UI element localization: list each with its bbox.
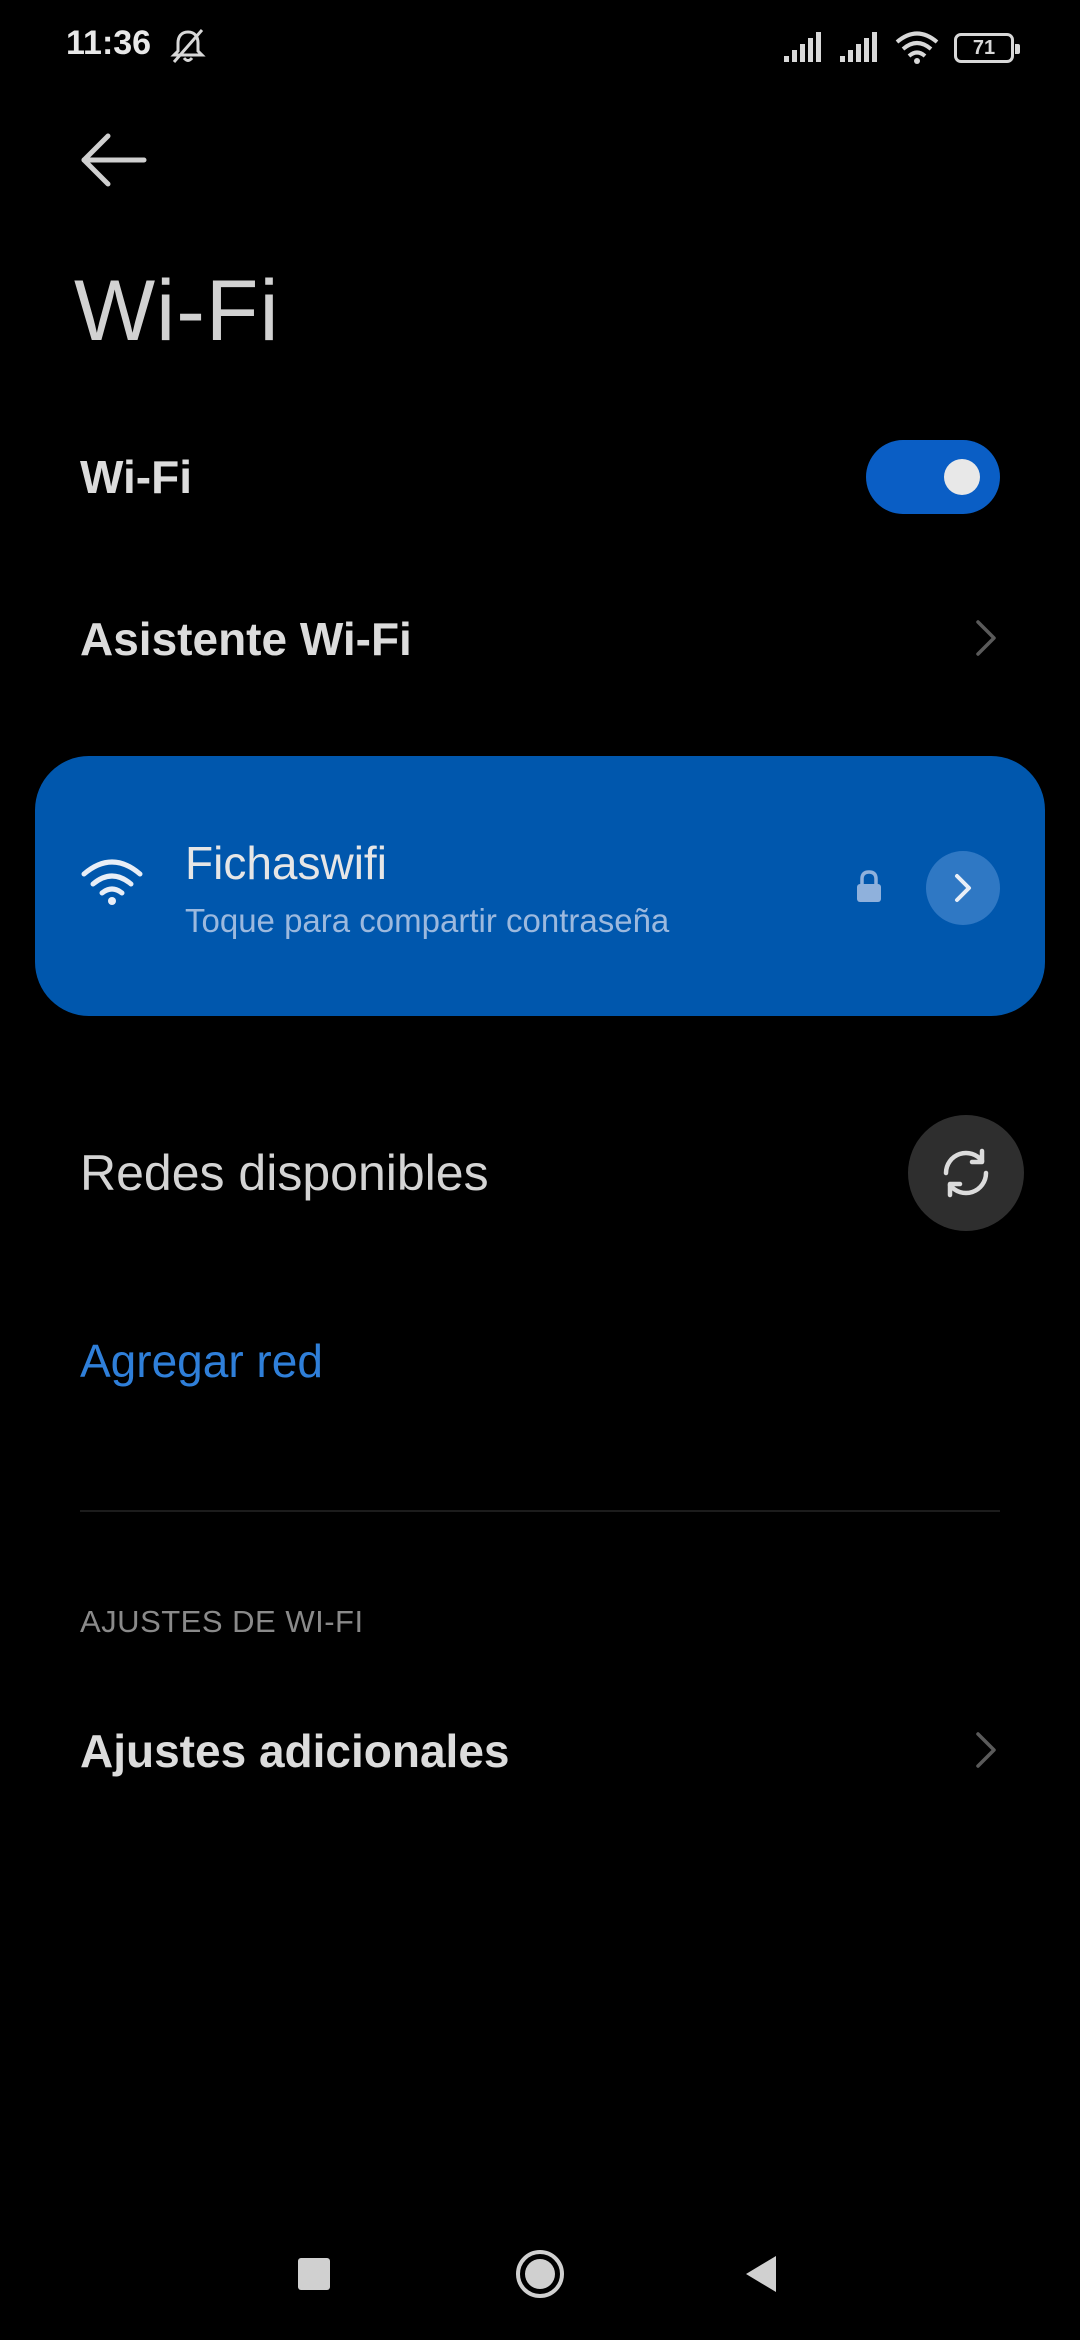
chevron-right-icon [976,620,996,656]
divider [80,1510,1000,1512]
refresh-button[interactable] [908,1115,1024,1231]
mute-bell-icon [170,29,206,63]
chevron-right-icon [976,1732,996,1768]
chevron-right-icon [955,874,971,902]
signal-icon [840,32,877,62]
refresh-icon [943,1148,989,1198]
home-circle-icon[interactable] [514,2248,566,2300]
available-networks-label: Redes disponibles [80,1145,489,1201]
status-time: 11:36 [66,24,152,62]
battery-icon: 71 [954,33,1020,63]
lock-icon [857,870,881,902]
wifi-icon [81,859,143,905]
network-share-hint: Toque para compartir contraseña [185,902,670,939]
wifi-settings-section-header: AJUSTES DE WI-FI [80,1604,364,1639]
back-triangle-icon[interactable] [742,2252,780,2296]
page-title: Wi-Fi [74,263,280,359]
status-icons: 71 [782,28,1020,68]
back-arrow-icon[interactable] [78,130,150,190]
wifi-assistant-label: Asistente Wi-Fi [80,613,412,665]
add-network-link[interactable]: Agregar red [80,1334,323,1388]
network-name: Fichaswifi [185,837,387,889]
signal-icon [784,32,821,62]
wifi-toggle-switch[interactable] [866,440,1000,514]
wifi-icon [895,31,939,64]
toggle-knob [944,459,980,495]
additional-settings-item[interactable]: Ajustes adicionales [80,1724,510,1778]
recents-square-icon[interactable] [298,2258,330,2290]
battery-level: 71 [972,37,996,59]
wifi-toggle-label: Wi-Fi [80,451,192,503]
network-details-button[interactable] [926,851,1000,925]
